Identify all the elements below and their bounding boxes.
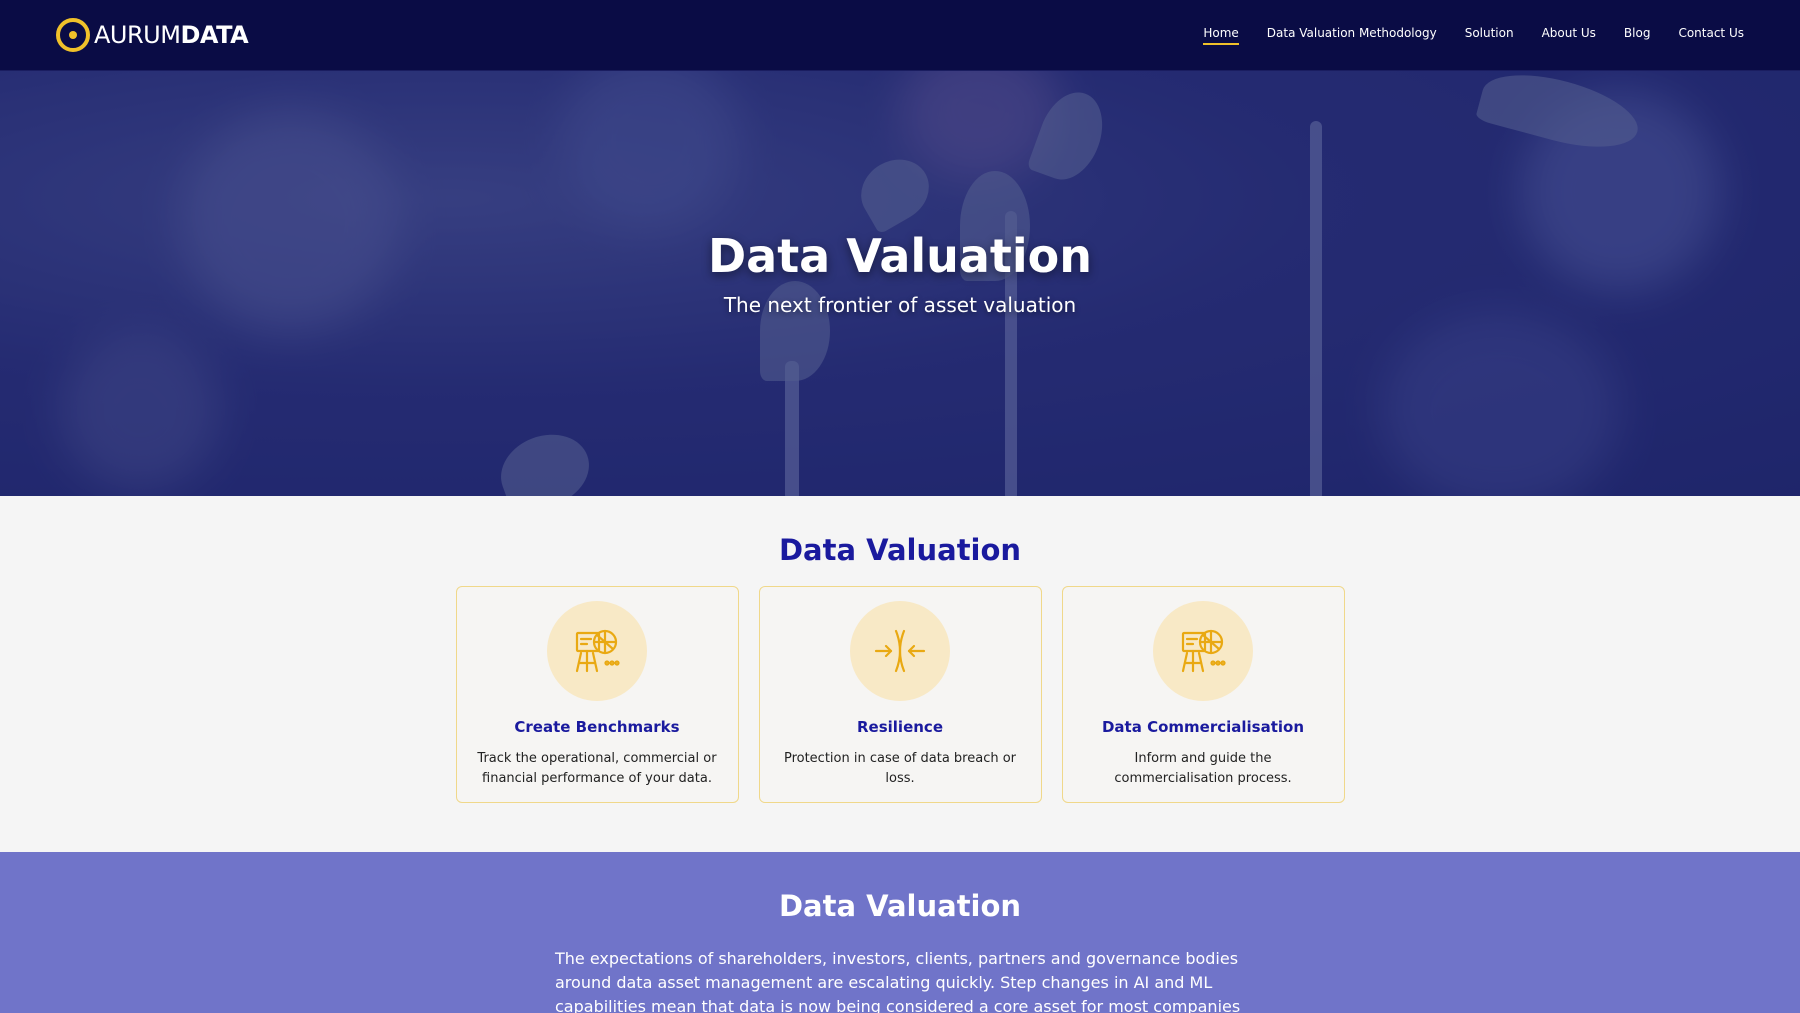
about-section: Data Valuation The expectations of share… [0, 852, 1800, 1013]
nav-item-data-valuation-methodology[interactable]: Data Valuation Methodology [1267, 26, 1437, 45]
about-title: Data Valuation [778, 889, 1022, 923]
main-menu: Home Data Valuation Methodology Solution… [1203, 26, 1744, 45]
feature-card-resilience[interactable]: Resilience Protection in case of data br… [758, 586, 1042, 803]
brand-name-bold: DATA [180, 21, 249, 49]
gold-ring-logo-icon [56, 18, 90, 52]
card-text: Track the operational, commercial or fin… [477, 751, 717, 786]
feature-card-data-commercialisation[interactable]: Data Commercialisation Inform and guide … [1061, 586, 1345, 803]
hero-content: Data Valuation The next frontier of asse… [0, 71, 1800, 496]
card-text: Inform and guide the commercialisation p… [1114, 751, 1292, 786]
feature-card-create-benchmarks[interactable]: Create Benchmarks Track the operational,… [455, 586, 739, 803]
nav-item-blog[interactable]: Blog [1624, 26, 1651, 45]
brand-logo[interactable]: AURUMDATA [56, 18, 249, 52]
nav-item-about-us[interactable]: About Us [1542, 26, 1596, 45]
about-text: The expectations of shareholders, invest… [555, 949, 1241, 1013]
card-title: Resilience [857, 718, 943, 736]
feature-cards: Create Benchmarks Track the operational,… [455, 586, 1345, 803]
top-navbar: AURUMDATA Home Data Valuation Methodolog… [0, 0, 1800, 71]
hero-banner: Data Valuation The next frontier of asse… [0, 71, 1800, 496]
nav-item-contact-us[interactable]: Contact Us [1678, 26, 1744, 45]
presentation-chart-icon [547, 601, 647, 701]
features-title: Data Valuation [778, 533, 1022, 567]
brand-name-light: AURUM [94, 21, 181, 49]
converging-arrows-icon [850, 601, 950, 701]
card-text: Protection in case of data breach or los… [783, 751, 1017, 786]
nav-item-solution[interactable]: Solution [1465, 26, 1514, 45]
brand-name: AURUMDATA [94, 21, 249, 49]
presentation-chart-icon [1153, 601, 1253, 701]
hero-title: Data Valuation [707, 229, 1093, 283]
hero-subtitle: The next frontier of asset valuation [723, 293, 1077, 317]
card-title: Create Benchmarks [514, 718, 680, 736]
features-section: Data Valuation Create Benchmarks Track t… [0, 496, 1800, 852]
card-title: Data Commercialisation [1101, 718, 1305, 736]
nav-item-home[interactable]: Home [1203, 26, 1239, 45]
